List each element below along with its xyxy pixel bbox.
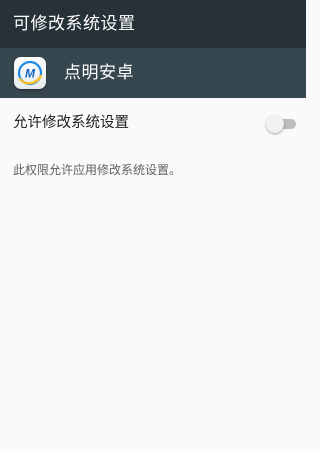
app-logo-icon: M	[14, 57, 46, 89]
allow-modify-settings-row[interactable]: 允许修改系统设置	[0, 98, 306, 150]
app-header: M 点明安卓	[0, 48, 306, 98]
allow-modify-settings-toggle[interactable]	[266, 115, 296, 133]
allow-modify-settings-label: 允许修改系统设置	[13, 115, 129, 131]
title-bar: 可修改系统设置	[0, 0, 306, 48]
app-name: 点明安卓	[64, 63, 134, 83]
page-title: 可修改系统设置	[13, 14, 136, 34]
toggle-thumb	[266, 115, 284, 133]
svg-text:M: M	[25, 67, 36, 81]
permission-description: 此权限允许应用修改系统设置。	[13, 163, 182, 177]
